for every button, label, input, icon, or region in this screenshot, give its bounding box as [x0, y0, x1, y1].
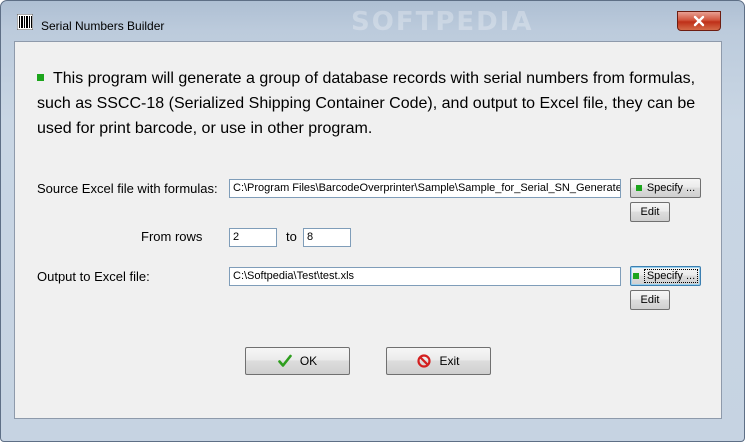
source-specify-label: Specify ... — [646, 182, 696, 194]
intro-text: This program will generate a group of da… — [37, 70, 696, 137]
client-area: This program will generate a group of da… — [14, 41, 722, 419]
no-entry-icon — [417, 354, 432, 368]
source-label: Source Excel file with formulas: — [37, 181, 218, 196]
barcode-icon — [17, 14, 33, 30]
output-label: Output to Excel file: — [37, 269, 150, 284]
close-icon — [693, 15, 705, 27]
output-specify-button[interactable]: Specify ... — [630, 266, 701, 286]
exit-label: Exit — [439, 354, 460, 368]
watermark: SOFTPEDIA — [351, 7, 534, 37]
checkmark-icon — [278, 354, 292, 367]
bullet-icon — [37, 74, 44, 81]
source-edit-button[interactable]: Edit — [630, 202, 670, 222]
to-row-input[interactable]: 8 — [303, 228, 351, 247]
source-file-input[interactable]: C:\Program Files\BarcodeOverprinter\Samp… — [229, 179, 621, 198]
ok-label: OK — [299, 354, 318, 368]
green-square-icon — [632, 273, 639, 279]
close-button[interactable] — [677, 11, 721, 31]
source-specify-button[interactable]: Specify ... — [630, 178, 701, 198]
window-title: Serial Numbers Builder — [41, 19, 165, 33]
ok-button[interactable]: OK — [245, 347, 350, 375]
from-row-input[interactable]: 2 — [229, 228, 277, 247]
output-edit-label: Edit — [640, 294, 660, 306]
intro-paragraph: This program will generate a group of da… — [37, 66, 717, 141]
green-square-icon — [635, 185, 642, 191]
from-rows-label: From rows — [141, 229, 203, 244]
app-window: Serial Numbers Builder SOFTPEDIA This pr… — [0, 0, 745, 442]
title-bar[interactable]: Serial Numbers Builder SOFTPEDIA — [1, 1, 744, 41]
source-edit-label: Edit — [640, 206, 660, 218]
output-file-input[interactable]: C:\Softpedia\Test\test.xls — [229, 267, 621, 286]
to-label: to — [286, 229, 297, 244]
exit-button[interactable]: Exit — [386, 347, 491, 375]
output-edit-button[interactable]: Edit — [630, 290, 670, 310]
output-specify-label: Specify ... — [643, 269, 699, 283]
